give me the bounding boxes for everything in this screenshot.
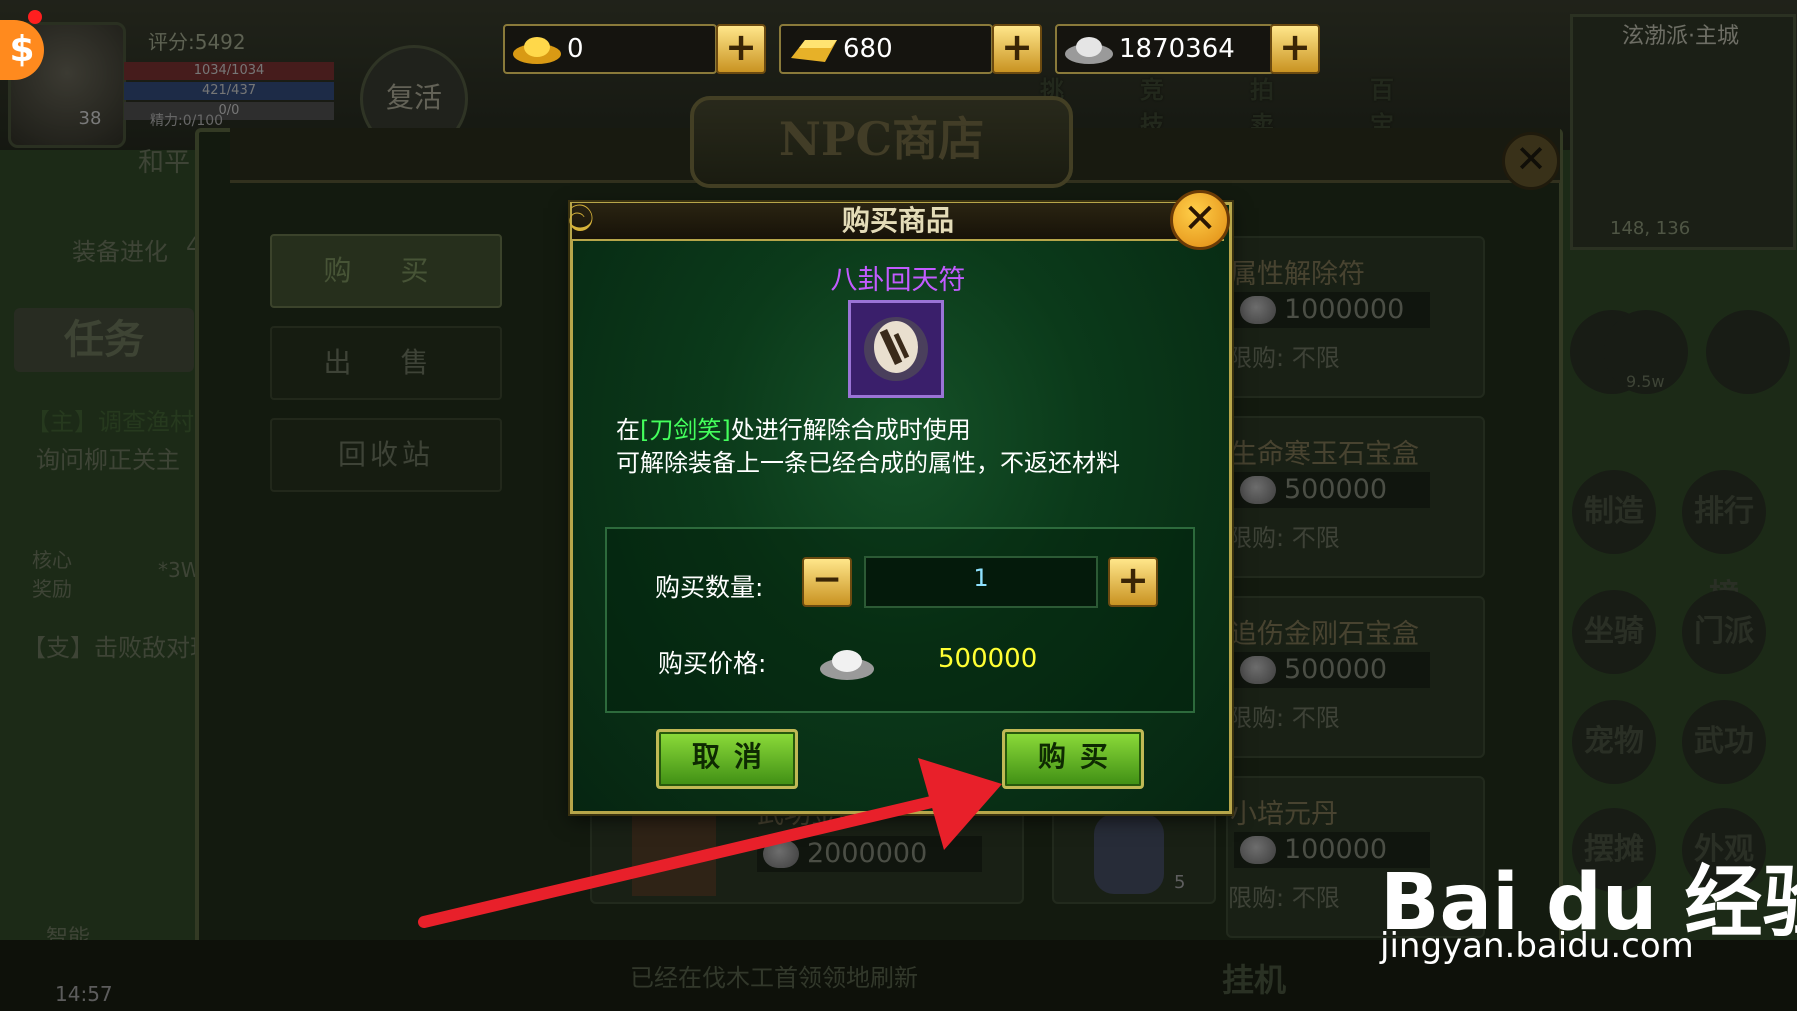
watermark-url: jingyan.baidu.com: [1380, 926, 1694, 966]
item-price-box: 1000000: [1234, 292, 1430, 328]
gold-bar-icon: [791, 40, 837, 62]
shop-title: NPC商店: [690, 96, 1073, 188]
tab-buy[interactable]: 购 买: [270, 234, 502, 308]
side-quest[interactable]: 【支】击败敌对玩: [22, 628, 214, 663]
core-reward-label: 核心奖励: [32, 548, 72, 601]
item-price: 100000: [1284, 834, 1388, 865]
item-price: 1000000: [1284, 294, 1405, 325]
shop-close-icon[interactable]: ✕: [1502, 132, 1560, 190]
order-box: [605, 527, 1195, 713]
item-name: 小培元丹: [1230, 799, 1338, 830]
shop-item[interactable]: 生命寒玉石宝盒 500000 限购: 不限: [1226, 416, 1485, 578]
gold-ingot-icon: [513, 37, 561, 64]
item-name: 生命寒玉石宝盒: [1230, 439, 1419, 470]
gold-bar-value: 680: [843, 34, 893, 64]
silver-icon: [763, 840, 799, 868]
mount-button[interactable]: 坐骑: [1572, 590, 1656, 674]
notification-dot: [28, 10, 42, 24]
silver-icon: [1240, 836, 1276, 864]
item-name: 八卦回天符: [830, 265, 966, 296]
map-title: 泫渤派·主城: [1622, 24, 1739, 49]
silver-value: 1870364: [1119, 34, 1235, 64]
quantity-label: 购买数量:: [655, 573, 764, 602]
ranking-button[interactable]: 排行榜: [1682, 470, 1766, 613]
sect-button[interactable]: 门派: [1682, 590, 1766, 674]
item-price: 500000: [1284, 654, 1388, 685]
add-gold-ingot-button[interactable]: +: [716, 24, 766, 74]
item-name: 追伤金刚石宝盒: [1230, 619, 1419, 650]
item-limit: 限购: 不限: [1228, 344, 1340, 372]
silver-ingot-icon: [1065, 37, 1113, 64]
item-price-box: 500000: [1234, 652, 1430, 688]
item-description-line1: 在[刀剑笑]处进行解除合成时使用: [616, 410, 971, 445]
gold-ingot-value: 0: [567, 34, 584, 64]
craft-button[interactable]: 制造: [1572, 470, 1656, 554]
silver-icon: [1240, 476, 1276, 504]
add-silver-button[interactable]: +: [1270, 24, 1320, 74]
player-level: 38: [78, 108, 102, 129]
item-limit: 限购: 不限: [1228, 884, 1340, 912]
main-quest[interactable]: 【主】调查渔村: [26, 402, 194, 437]
system-ticker: 已经在伐木工首领领地刷新: [630, 964, 918, 992]
cancel-button[interactable]: 取消: [656, 729, 798, 789]
shop-item[interactable]: 属性解除符 1000000 限购: 不限: [1226, 236, 1485, 398]
desc-prefix: 在: [616, 416, 640, 444]
skill-button[interactable]: 武功: [1682, 700, 1766, 784]
silver-ingot-icon: [820, 650, 874, 680]
silver-icon: [1240, 656, 1276, 684]
pet-button[interactable]: 宠物: [1572, 700, 1656, 784]
main-quest-desc[interactable]: 询问柳正关主: [36, 440, 180, 475]
item-price: 2000000: [807, 838, 928, 869]
tab-recycle[interactable]: 回收站: [270, 418, 502, 492]
item-description-line2: 可解除装备上一条已经合成的属性，不返还材料: [616, 449, 1120, 477]
item-price: 500000: [1284, 474, 1388, 505]
item-price-box: 500000: [1234, 472, 1430, 508]
item-price-box: 2000000: [757, 836, 982, 872]
currency-gold-ingot: 0: [503, 24, 717, 74]
currency-silver: 1870364: [1055, 24, 1274, 74]
add-gold-bar-button[interactable]: +: [992, 24, 1042, 74]
currency-gold-bar: 680: [779, 24, 993, 74]
quantity-input[interactable]: 1: [864, 556, 1098, 608]
stack-count: 5: [1174, 872, 1186, 893]
clock: 14:57: [55, 982, 113, 1006]
desc-suffix: 处进行解除合成时使用: [730, 416, 971, 444]
equip-evolve-label[interactable]: 装备进化: [72, 232, 168, 267]
silver-icon: [1240, 296, 1276, 324]
energy-text: 精力:0/100: [150, 113, 224, 129]
chest-icon: [632, 812, 716, 896]
map-coordinates: 148, 136: [1610, 218, 1691, 239]
buy-button[interactable]: 购买: [1002, 729, 1144, 789]
item-limit: 限购: 不限: [1228, 704, 1340, 732]
mp-bar: 421/437: [124, 82, 334, 100]
auto-battle-button[interactable]: 挂机: [1222, 955, 1286, 1001]
tab-sell[interactable]: 出 售: [270, 326, 502, 400]
price-label: 购买价格:: [658, 649, 767, 678]
item-name: 属性解除符: [1230, 259, 1365, 290]
desc-highlight: [刀剑笑]: [640, 416, 731, 444]
player-score: 评分:5492: [148, 30, 246, 54]
decrease-quantity-button[interactable]: −: [802, 557, 852, 607]
feather-count: 9.5w: [1626, 372, 1665, 391]
hp-bar: 1034/1034: [124, 62, 334, 80]
shop-item[interactable]: 追伤金刚石宝盒 500000 限购: 不限: [1226, 596, 1485, 758]
increase-quantity-button[interactable]: +: [1108, 557, 1158, 607]
dialog-close-icon[interactable]: ✕: [1170, 190, 1230, 250]
task-button[interactable]: 任务: [14, 308, 194, 372]
item-limit: 限购: 不限: [1228, 524, 1340, 552]
dialog-title: 购买商品: [841, 204, 954, 237]
jar-icon: [1094, 814, 1164, 894]
talisman-icon[interactable]: [848, 300, 944, 398]
peace-mode[interactable]: 和平: [138, 142, 190, 179]
diamond-icon[interactable]: [1706, 310, 1790, 394]
price-value: 500000: [938, 644, 1038, 674]
